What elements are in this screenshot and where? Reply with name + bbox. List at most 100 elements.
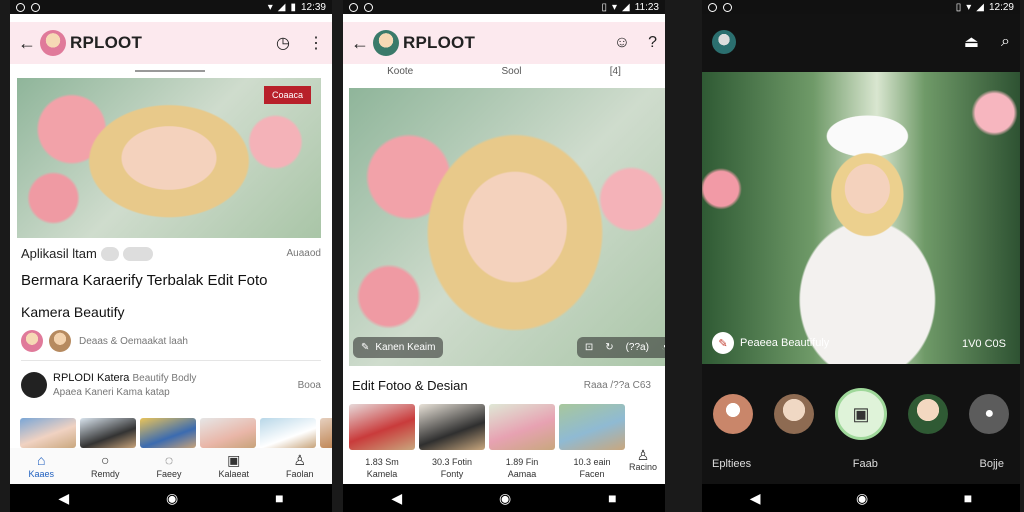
avatar[interactable] xyxy=(40,30,66,56)
thumbnail[interactable] xyxy=(200,418,256,448)
app-bar: ← RPLOOT ◷ ⋮ xyxy=(10,22,332,64)
avatar[interactable] xyxy=(21,330,43,352)
byline-row: Deaas & Oemaakat laah xyxy=(21,330,321,352)
editor-photo[interactable]: ✎ Kanen Keaim ⊡ ↻ (??a) ◔ xyxy=(349,88,665,366)
filter-label[interactable]: ✎ Peaeea Beautifuly xyxy=(712,332,829,354)
template-grid xyxy=(349,404,625,450)
crop-icon[interactable]: ⊡ xyxy=(585,342,593,353)
chip-icon xyxy=(122,246,153,261)
template-thumbnail[interactable] xyxy=(419,404,485,450)
avatar[interactable] xyxy=(21,372,47,398)
gallery-icon: ▣ xyxy=(227,452,241,468)
home-button-icon[interactable]: ◉ xyxy=(166,490,178,507)
effect-portrait[interactable] xyxy=(773,394,814,434)
tab-social[interactable]: Sool xyxy=(501,66,521,82)
system-nav: ◀ ◉ ■ xyxy=(10,484,332,512)
camera-preview[interactable]: ✎ Peaeea Beautifuly 1V0 C0S xyxy=(702,72,1020,364)
notification-icon xyxy=(708,2,717,12)
template-caption: 30.3 Fotin Fonty xyxy=(431,457,473,479)
nav-messages[interactable]: ◌ Faeey xyxy=(156,453,181,479)
status-bar: ▾ ◢ ▮ 12:39 xyxy=(10,0,332,14)
person-icon: ♙ xyxy=(636,447,650,463)
meta-left: Aplikasil ltam xyxy=(21,246,97,261)
magic-icon[interactable]: ⏏ xyxy=(964,32,979,52)
nav-home[interactable]: ⌂ Kaaes xyxy=(28,453,54,479)
hero-badge[interactable]: Coaaca xyxy=(263,86,311,104)
meta-right: Auaaod xyxy=(286,248,321,259)
wifi-icon: ▾ xyxy=(966,1,972,13)
back-icon[interactable]: ◀ xyxy=(58,490,69,507)
camera-top-bar: ⏏ ⌕ xyxy=(712,28,1010,56)
notification-icon xyxy=(16,2,25,12)
tab-count[interactable]: [4] xyxy=(610,66,621,82)
nav-profile[interactable]: ♙ Racino xyxy=(629,448,657,472)
overlay-label[interactable]: ✎ Kanen Keaim xyxy=(353,337,444,358)
smile-icon[interactable]: ☺ xyxy=(614,34,630,52)
mode-mid[interactable]: Faab xyxy=(853,458,878,470)
phone-screen-camera: ▯ ▾ ◢ 12:29 ⏏ ⌕ ✎ Peaeea Beautifuly 1V0 C0S… xyxy=(702,0,1020,512)
nav-gallery[interactable]: ▣ Kalaeat xyxy=(218,453,249,479)
divider xyxy=(21,360,321,361)
template-thumbnail[interactable] xyxy=(489,404,555,450)
overlay-right[interactable]: (??a) xyxy=(626,342,649,353)
avatar[interactable] xyxy=(49,330,71,352)
template-thumbnail[interactable] xyxy=(559,404,625,450)
avatar[interactable] xyxy=(712,30,736,54)
clock: 11:23 xyxy=(634,1,659,13)
camera-modes: Epltiees Faab Bojje xyxy=(712,458,1004,470)
effect-nature[interactable] xyxy=(908,394,949,434)
thumbnail[interactable] xyxy=(140,418,196,448)
mode-right[interactable]: Bojje xyxy=(980,458,1004,470)
overlay-tools: ⊡ ↻ (??a) ◔ xyxy=(576,337,665,358)
recents-icon[interactable]: ■ xyxy=(275,490,283,506)
pencil-icon: ✎ xyxy=(361,342,370,353)
app-title: RPLOOT xyxy=(403,33,476,52)
back-icon[interactable]: ◀ xyxy=(391,490,402,507)
section-right[interactable]: Raaa /??a C63 xyxy=(584,380,651,391)
status-bar: ▯ ▾ ◢ 11:23 xyxy=(343,0,665,14)
shutter-button[interactable]: ▣ xyxy=(834,388,887,440)
vibrate-icon: ▯ xyxy=(601,1,607,13)
effect-heart[interactable] xyxy=(712,394,753,434)
thumbnail[interactable] xyxy=(260,418,316,448)
thumbnail[interactable] xyxy=(80,418,136,448)
template-caption: 1.83 Sm Kamela xyxy=(365,457,399,479)
feed-header: RPLODI Katera Beautify Bodly Apaea Kaner… xyxy=(21,372,321,398)
filter-right[interactable]: 1V0 C0S xyxy=(962,338,1006,350)
back-icon[interactable]: ◀ xyxy=(750,490,761,507)
avatar[interactable] xyxy=(373,30,399,56)
rotate-icon[interactable]: ↻ xyxy=(605,342,613,353)
back-arrow-icon[interactable]: ← xyxy=(351,33,371,54)
subheadline: Kamera Beautify xyxy=(21,304,125,320)
wifi-icon: ▾ xyxy=(611,1,617,13)
person-icon: ● xyxy=(984,405,995,422)
camera-controls: ▣ ● xyxy=(702,388,1020,440)
nav-profile[interactable]: ♙ Faolan xyxy=(286,453,314,479)
phone-screen-editor: ▯ ▾ ◢ 11:23 ← RPLOOT ☺ ? Koote Sool [4] ✎ K… xyxy=(343,0,665,512)
tab-home[interactable]: Koote xyxy=(387,66,413,82)
more-icon[interactable]: ⋮ xyxy=(308,33,324,53)
profile-button[interactable]: ● xyxy=(969,394,1010,434)
feed-title: RPLODI Katera xyxy=(53,372,130,384)
thumbnail[interactable] xyxy=(320,418,332,448)
template-thumbnail[interactable] xyxy=(349,404,415,450)
recents-icon[interactable]: ■ xyxy=(608,490,616,506)
meta-row: Aplikasil ltam Auaaod xyxy=(21,246,321,261)
search-icon[interactable]: ⌕ xyxy=(1001,33,1010,51)
person-icon: ♙ xyxy=(293,452,306,468)
nav-search[interactable]: ○ Remdy xyxy=(91,453,120,479)
chat-icon[interactable]: ◷ xyxy=(276,33,290,53)
recents-icon[interactable]: ■ xyxy=(964,490,972,506)
system-nav: ◀ ◉ ■ xyxy=(702,484,1020,512)
home-button-icon[interactable]: ◉ xyxy=(856,490,868,507)
template-caption: 1.89 Fin Aamaa xyxy=(505,457,539,479)
notification-icon xyxy=(349,2,358,12)
help-icon[interactable]: ? xyxy=(648,34,657,52)
thumbnail[interactable] xyxy=(20,418,76,448)
drag-handle[interactable] xyxy=(135,70,205,72)
mode-left[interactable]: Epltiees xyxy=(712,458,751,470)
back-arrow-icon[interactable]: ← xyxy=(18,33,38,54)
hero-photo[interactable]: Coaaca xyxy=(17,78,321,238)
timer-icon[interactable]: ◔ xyxy=(661,342,665,353)
home-button-icon[interactable]: ◉ xyxy=(499,490,511,507)
